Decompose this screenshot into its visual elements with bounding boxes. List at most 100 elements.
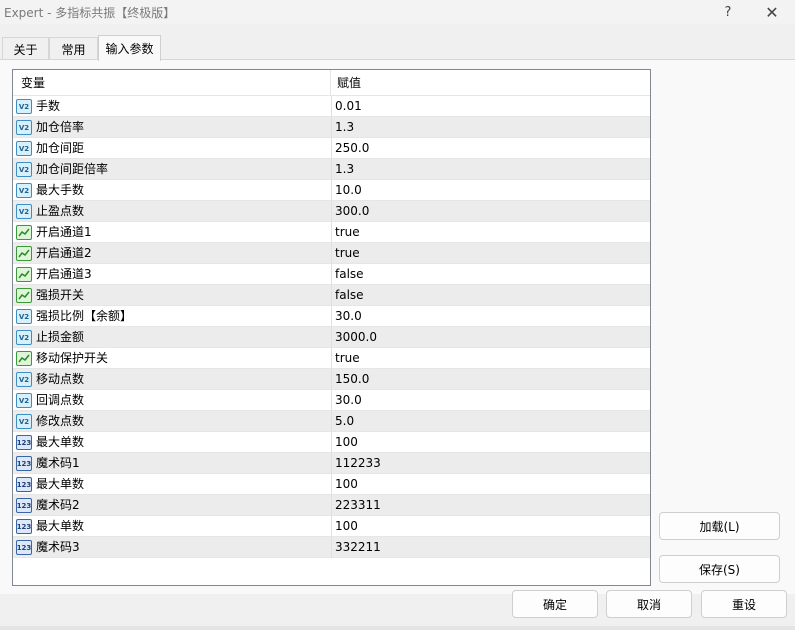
column-separator (331, 474, 332, 495)
variable-value[interactable]: 332211 (335, 537, 381, 558)
table-body: V2 手数 0.01 V2 加仓倍率 1.3 V2 加仓间距 250.0 V2 加仓间距倍率 1.3 V… (13, 96, 650, 558)
variable-value[interactable]: true (335, 222, 360, 243)
column-separator (331, 453, 332, 474)
variable-value[interactable]: true (335, 243, 360, 264)
variable-value[interactable]: 3000.0 (335, 327, 377, 348)
variable-value[interactable]: 10.0 (335, 180, 362, 201)
save-button[interactable]: 保存(S) (659, 555, 780, 583)
variable-name: 回调点数 (36, 393, 85, 407)
variable-value[interactable]: 1.3 (335, 117, 354, 138)
variable-value[interactable]: 223311 (335, 495, 381, 516)
table-row[interactable]: 123 最大单数 100 (13, 432, 650, 453)
variable-name: 止盈点数 (36, 204, 85, 218)
table-row[interactable]: 123 最大单数 100 (13, 474, 650, 495)
variable-value[interactable]: 100 (335, 432, 358, 453)
column-separator (331, 180, 332, 201)
integer-type-icon: 123 (16, 540, 32, 555)
double-type-icon: V2 (16, 309, 32, 324)
table-row[interactable]: V2 加仓间距倍率 1.3 (13, 159, 650, 180)
variable-value[interactable]: true (335, 348, 360, 369)
variable-value[interactable]: false (335, 264, 364, 285)
variable-name: 加仓间距倍率 (36, 162, 109, 176)
table-row[interactable]: 开启通道2 true (13, 243, 650, 264)
variable-value[interactable]: 300.0 (335, 201, 369, 222)
boolean-type-icon (16, 288, 32, 303)
variable-name: 开启通道1 (36, 225, 92, 239)
double-type-icon: V2 (16, 372, 32, 387)
table-row[interactable]: 123 魔术码1 112233 (13, 453, 650, 474)
integer-type-icon: 123 (16, 498, 32, 513)
table-row[interactable]: V2 修改点数 5.0 (13, 411, 650, 432)
tab-common[interactable]: 常用 (49, 37, 98, 60)
column-separator (331, 411, 332, 432)
integer-type-icon: 123 (16, 519, 32, 534)
table-row[interactable]: V2 加仓倍率 1.3 (13, 117, 650, 138)
table-row[interactable]: 123 魔术码2 223311 (13, 495, 650, 516)
table-row[interactable]: V2 手数 0.01 (13, 96, 650, 117)
integer-type-icon: 123 (16, 435, 32, 450)
variable-value[interactable]: false (335, 285, 364, 306)
variable-name: 强损比例【余额】 (36, 309, 133, 323)
column-separator (331, 222, 332, 243)
column-separator (331, 516, 332, 537)
column-separator (331, 348, 332, 369)
tab-inputs[interactable]: 输入参数 (98, 35, 161, 61)
table-row[interactable]: V2 止损金额 3000.0 (13, 327, 650, 348)
table-row[interactable]: 开启通道3 false (13, 264, 650, 285)
double-type-icon: V2 (16, 330, 32, 345)
variable-name: 加仓间距 (36, 141, 85, 155)
variable-value[interactable]: 5.0 (335, 411, 354, 432)
table-row[interactable]: 123 魔术码3 332211 (13, 537, 650, 558)
table-row[interactable]: 123 最大单数 100 (13, 516, 650, 537)
variable-value[interactable]: 100 (335, 474, 358, 495)
variable-name: 魔术码1 (36, 456, 80, 470)
table-row[interactable]: V2 强损比例【余额】 30.0 (13, 306, 650, 327)
close-button[interactable]: ✕ (752, 0, 792, 24)
table-row[interactable]: V2 止盈点数 300.0 (13, 201, 650, 222)
variable-value[interactable]: 30.0 (335, 306, 362, 327)
variable-name: 最大手数 (36, 183, 85, 197)
column-separator (331, 495, 332, 516)
double-type-icon: V2 (16, 99, 32, 114)
integer-type-icon: 123 (16, 456, 32, 471)
variable-value[interactable]: 250.0 (335, 138, 369, 159)
column-separator (331, 537, 332, 558)
column-separator (331, 201, 332, 222)
reset-button[interactable]: 重设 (701, 590, 787, 618)
column-separator (331, 369, 332, 390)
table-row[interactable]: 强损开关 false (13, 285, 650, 306)
column-separator (331, 159, 332, 180)
variable-name: 魔术码3 (36, 540, 80, 554)
ok-button[interactable]: 确定 (512, 590, 598, 618)
variable-value[interactable]: 150.0 (335, 369, 369, 390)
header-variable[interactable]: 变量 (13, 70, 331, 96)
table-row[interactable]: 移动保护开关 true (13, 348, 650, 369)
double-type-icon: V2 (16, 393, 32, 408)
variable-value[interactable]: 0.01 (335, 96, 362, 117)
table-row[interactable]: V2 加仓间距 250.0 (13, 138, 650, 159)
title-bar: Expert - 多指标共振【终极版】 ? ✕ (0, 0, 795, 24)
column-separator (331, 117, 332, 138)
tab-about[interactable]: 关于 (2, 37, 49, 60)
table-row[interactable]: V2 移动点数 150.0 (13, 369, 650, 390)
boolean-type-icon (16, 225, 32, 240)
integer-type-icon: 123 (16, 477, 32, 492)
header-value[interactable]: 赋值 (331, 70, 649, 96)
table-row[interactable]: V2 最大手数 10.0 (13, 180, 650, 201)
variable-name: 加仓倍率 (36, 120, 85, 134)
help-button[interactable]: ? (708, 0, 748, 24)
variable-name: 强损开关 (36, 288, 85, 302)
table-row[interactable]: V2 回调点数 30.0 (13, 390, 650, 411)
variable-value[interactable]: 1.3 (335, 159, 354, 180)
load-button[interactable]: 加载(L) (659, 512, 780, 540)
parameters-table[interactable]: 变量 赋值 V2 手数 0.01 V2 加仓倍率 1.3 V2 加仓间距 250.0 V2 加仓间距… (12, 69, 651, 586)
variable-value[interactable]: 30.0 (335, 390, 362, 411)
tab-strip: 关于 常用 输入参数 (0, 35, 795, 61)
cancel-button[interactable]: 取消 (606, 590, 692, 618)
column-separator (331, 306, 332, 327)
boolean-type-icon (16, 267, 32, 282)
table-row[interactable]: 开启通道1 true (13, 222, 650, 243)
variable-value[interactable]: 112233 (335, 453, 381, 474)
variable-name: 移动保护开关 (36, 351, 109, 365)
variable-value[interactable]: 100 (335, 516, 358, 537)
